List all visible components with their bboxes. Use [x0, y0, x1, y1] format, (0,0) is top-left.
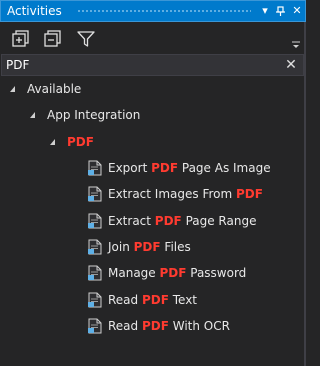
search-match-highlight: PDF — [133, 240, 161, 254]
activities-panel: Activities ▾ ✕ PDF ✕ Available App Integ… — [0, 0, 306, 366]
label-text: Text — [168, 293, 198, 307]
label-text: Page Range — [181, 214, 257, 228]
label-text: With OCR — [168, 319, 230, 333]
activity-icon — [88, 239, 102, 255]
label-text: Read — [108, 319, 142, 333]
activity-label: Read PDF Text — [108, 290, 197, 310]
activity-icon — [88, 160, 102, 176]
label-text: Extract Images From — [108, 187, 236, 201]
title-bar-grip[interactable] — [77, 9, 251, 14]
search-match-highlight: PDF — [151, 161, 179, 175]
search-match-highlight: PDF — [141, 293, 169, 307]
expand-all-icon[interactable] — [10, 28, 32, 50]
search-box: ✕ — [1, 54, 304, 76]
expanded-arrow-icon[interactable] — [50, 139, 55, 145]
activity-icon — [88, 318, 102, 334]
search-match-highlight: PDF — [159, 266, 187, 280]
activity-icon — [88, 292, 102, 308]
filter-icon[interactable] — [75, 28, 97, 50]
expanded-arrow-icon[interactable] — [30, 112, 35, 118]
panel-title-bar: Activities ▾ ✕ — [0, 0, 306, 22]
toolbar-overflow-icon[interactable] — [292, 38, 300, 48]
clear-search-icon[interactable]: ✕ — [283, 57, 299, 73]
collapse-all-icon[interactable] — [42, 28, 64, 50]
activity-label: Join PDF Files — [108, 237, 191, 257]
tree-node-label: App Integration — [47, 108, 141, 122]
label-text: Files — [160, 240, 191, 254]
label-text: Page As Image — [178, 161, 271, 175]
activity-label: Extract PDF Page Range — [108, 211, 256, 231]
close-icon[interactable]: ✕ — [289, 3, 305, 19]
search-match-highlight: PDF — [154, 214, 182, 228]
label-text: Export — [108, 161, 152, 175]
label-text: Read — [108, 293, 142, 307]
activity-icon — [88, 265, 102, 281]
activity-icon — [88, 213, 102, 229]
panel-title: Activities — [7, 4, 62, 18]
pin-icon[interactable] — [273, 3, 289, 19]
activity-label: Read PDF With OCR — [108, 316, 230, 336]
expanded-arrow-icon[interactable] — [10, 86, 15, 92]
label-text: Join — [108, 240, 134, 254]
activity-label: Extract Images From PDF — [108, 184, 263, 204]
label-text: Manage — [108, 266, 160, 280]
menu-dropdown-icon[interactable]: ▾ — [257, 3, 273, 19]
search-match-highlight: PDF — [236, 187, 263, 201]
activity-icon — [88, 186, 102, 202]
activity-label: Manage PDF Password — [108, 263, 246, 283]
panel-border — [304, 22, 306, 366]
label-text: Extract — [108, 214, 155, 228]
activity-label: Export PDF Page As Image — [108, 158, 271, 178]
search-match-highlight: PDF — [141, 319, 169, 333]
label-text: Password — [186, 266, 247, 280]
search-input[interactable] — [6, 57, 276, 73]
tree-node-label: PDF — [67, 135, 94, 149]
toolbar — [0, 22, 306, 54]
tree-node-label: Available — [27, 82, 82, 96]
